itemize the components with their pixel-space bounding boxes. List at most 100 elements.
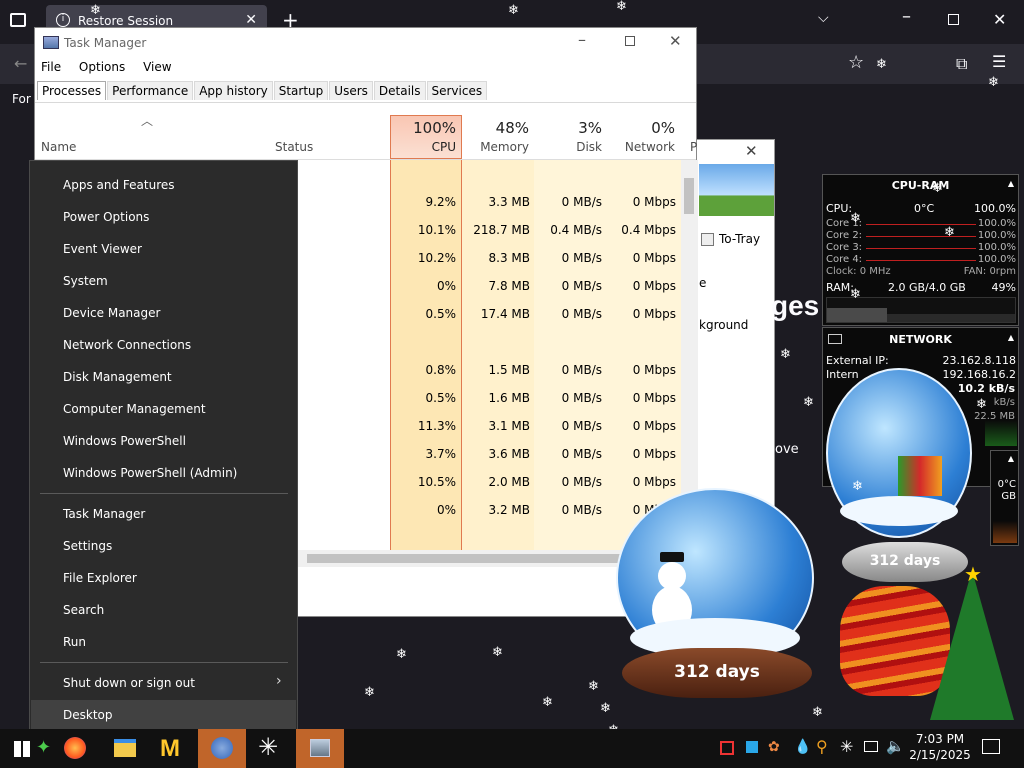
collapse-icon[interactable]: ▲ (1008, 333, 1014, 342)
tab-processes[interactable]: Processes (37, 81, 107, 100)
tab-performance[interactable]: Performance (107, 81, 194, 100)
maximize-icon[interactable] (625, 36, 635, 46)
menu-item[interactable]: Event Viewer (63, 242, 142, 256)
minimize-icon[interactable]: – (902, 6, 911, 27)
globe-base: 312 days (622, 648, 812, 698)
menu-item[interactable]: Network Connections (63, 338, 191, 352)
network-icon[interactable] (864, 741, 878, 752)
tab-startup[interactable]: Startup (273, 81, 329, 100)
tab-services[interactable]: Services (426, 81, 488, 100)
menu-item[interactable]: Computer Management (63, 402, 206, 416)
tray-icon-2[interactable] (746, 741, 758, 753)
menu-separator (40, 662, 288, 663)
back-icon[interactable]: ← (14, 54, 27, 73)
fragment-text: kground (699, 318, 749, 332)
maximize-icon[interactable] (948, 14, 959, 25)
tray-snowflake-icon[interactable]: ✳ (840, 737, 853, 756)
taskbar-app-active[interactable] (198, 729, 246, 768)
notifications-icon[interactable] (982, 739, 1000, 754)
menu-item[interactable]: Device Manager (63, 306, 160, 320)
cell-disk: 0 MB/s (561, 251, 602, 265)
app-menu-icon[interactable]: ☰ (992, 52, 1006, 71)
col-extra[interactable]: P (690, 140, 697, 154)
extensions-icon[interactable]: ⧉ (956, 54, 967, 74)
cell-mem: 8.3 MB (488, 251, 530, 265)
core-label: Core 3: (826, 242, 863, 253)
page-heading-fragment: ges (771, 290, 820, 321)
snow-globe-left: 312 days (610, 488, 820, 704)
mcdonalds-icon[interactable]: M (160, 735, 180, 763)
col-net[interactable]: Network (607, 140, 675, 154)
cell-cpu: 0.5% (425, 391, 457, 405)
snowflake-app-icon[interactable]: ✳ (258, 733, 278, 761)
menu-item[interactable]: Apps and Features (63, 178, 175, 192)
cell-disk: 0 MB/s (561, 503, 602, 517)
snowflake-icon: ❄ (346, 343, 357, 358)
tray-icon-1[interactable] (720, 741, 734, 755)
tray-icon-3[interactable]: ✿ (768, 739, 780, 755)
menu-view[interactable]: View (143, 60, 171, 74)
cell-disk: 0 MB/s (561, 475, 602, 489)
menu-item[interactable]: Power Options (63, 210, 149, 224)
menu-item[interactable]: Settings (63, 539, 112, 553)
cell-cpu: 9.2% (425, 195, 457, 209)
dialog-close-icon[interactable]: ✕ (745, 142, 758, 160)
col-status[interactable]: Status (275, 140, 313, 154)
list-all-tabs-icon[interactable]: ⌵ (818, 10, 829, 26)
bookmark-star-icon[interactable]: ☆ (848, 52, 864, 73)
clock[interactable]: 7:03 PM 2/15/2025 (906, 731, 974, 763)
task-manager-taskbar-button[interactable] (296, 729, 344, 768)
tab-details[interactable]: Details (373, 81, 426, 100)
h-scroll-thumb[interactable] (307, 554, 627, 563)
col-cpu-pct: 100% (413, 119, 456, 137)
menu-file[interactable]: File (41, 60, 61, 74)
ram-pct: 49% (991, 281, 1016, 294)
menu-options[interactable]: Options (79, 60, 125, 74)
sort-chevron-icon[interactable]: ︿ (141, 112, 153, 129)
close-tab-icon[interactable]: ✕ (245, 12, 257, 28)
task-manager-icon (43, 36, 59, 49)
collapse-icon[interactable]: ▲ (1008, 454, 1014, 463)
close-window-icon[interactable]: ✕ (993, 10, 1006, 29)
menu-item[interactable]: System (63, 274, 108, 288)
scroll-thumb[interactable] (684, 178, 694, 214)
tab-list-icon[interactable] (10, 13, 26, 27)
windows-start-icon[interactable] (14, 741, 30, 757)
search-icon[interactable]: ⚲ (816, 737, 828, 756)
col-mem[interactable]: Memory (465, 140, 529, 154)
cell-cpu: 11.3% (417, 419, 456, 433)
menu-item[interactable]: Search (63, 603, 104, 617)
tab-app-history[interactable]: App history (194, 81, 273, 100)
tab-users[interactable]: Users (329, 81, 373, 100)
menu-item-desktop[interactable]: Desktop (63, 708, 113, 722)
core-label: Core 4: (826, 254, 863, 265)
taskbar-app-icon[interactable]: ✦ (36, 737, 58, 759)
core-row: Core 2: 100.0% (826, 230, 1016, 241)
snow-ground (840, 496, 958, 526)
checkbox[interactable] (701, 233, 714, 246)
menu-item-shutdown[interactable]: Shut down or sign out (63, 676, 195, 690)
close-icon[interactable]: ✕ (669, 32, 682, 50)
file-explorer-icon[interactable] (114, 739, 136, 757)
tray-icon-4[interactable]: 💧 (794, 739, 811, 755)
volume-icon[interactable]: 🔈 (886, 737, 905, 755)
cell-cpu: 0.8% (425, 363, 457, 377)
col-disk[interactable]: Disk (535, 140, 602, 154)
cell-mem: 218.7 MB (473, 223, 530, 237)
firefox-icon[interactable] (64, 737, 86, 759)
menu-item[interactable]: Run (63, 635, 86, 649)
minimize-icon[interactable]: – (578, 30, 586, 49)
menu-item[interactable]: File Explorer (63, 571, 137, 585)
cell-mem: 2.0 MB (488, 475, 530, 489)
snowflake-icon: ❄ (803, 395, 814, 410)
snowflake-icon: ❄ (852, 479, 863, 494)
cell-net: 0 Mbps (632, 447, 676, 461)
menu-item[interactable]: Windows PowerShell (63, 434, 186, 448)
collapse-icon[interactable]: ▲ (1008, 179, 1014, 188)
menu-item[interactable]: Task Manager (63, 507, 145, 521)
cell-net: 0 Mbps (632, 419, 676, 433)
menu-item[interactable]: Windows PowerShell (Admin) (63, 466, 237, 480)
cell-mem: 3.2 MB (488, 503, 530, 517)
menu-item[interactable]: Disk Management (63, 370, 172, 384)
col-name[interactable]: Name (41, 140, 76, 154)
